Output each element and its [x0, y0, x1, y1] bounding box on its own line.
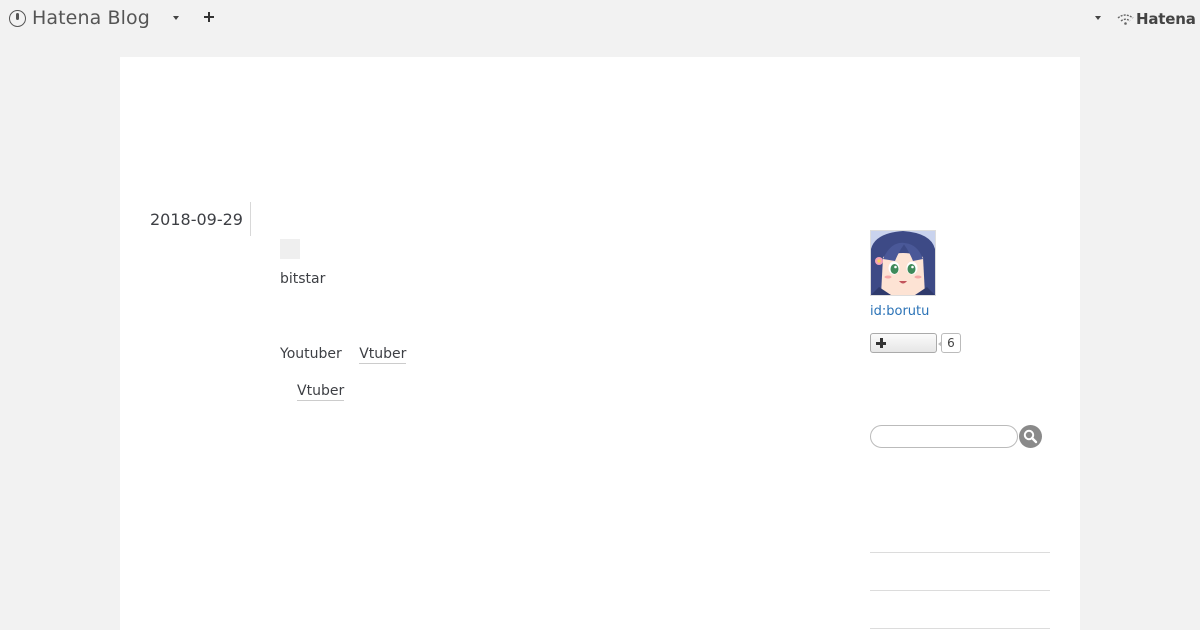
sidebar-divider [870, 628, 1050, 629]
sidebar-divider [870, 590, 1050, 591]
entry-text-youtuber: Youtuber [280, 346, 342, 362]
search-button[interactable] [1019, 425, 1042, 448]
logo-text: Hatena Blog [32, 7, 150, 29]
avatar[interactable] [870, 230, 936, 296]
keyword-link-vtuber-2[interactable]: Vtuber [297, 383, 345, 401]
hatena-blog-logo-icon [9, 9, 26, 27]
entry-text-row-1: Youtuber Vtuber [280, 346, 407, 364]
follower-count-badge: 6 [938, 333, 961, 353]
hatena-wifi-icon [1117, 14, 1134, 25]
blog-content: 2018-09-29 bitstar Youtuber Vtuber Vtube… [120, 57, 1080, 630]
profile-id-link[interactable]: id:borutu [870, 304, 929, 319]
entry-text-row-2: Vtuber [297, 383, 345, 401]
search-input[interactable] [870, 425, 1018, 448]
hatena-brand-link[interactable]: Hatena [1117, 10, 1196, 28]
sidebar-divider [870, 552, 1050, 553]
follow-button[interactable] [870, 333, 937, 353]
entry-date[interactable]: 2018-09-29 [150, 210, 243, 229]
plus-icon [876, 338, 886, 348]
hatena-brand-text: Hatena [1136, 10, 1196, 28]
user-menu-chevron-down-icon[interactable] [1095, 16, 1101, 20]
date-divider [250, 202, 251, 236]
entry-thumbnail [280, 239, 300, 259]
chevron-down-icon[interactable] [173, 16, 179, 20]
hatena-blog-logo[interactable]: Hatena Blog [9, 7, 150, 29]
entry-title: bitstar [280, 271, 326, 287]
plus-icon[interactable] [203, 11, 215, 23]
anime-girl-avatar-icon [871, 231, 935, 295]
search-icon [1023, 429, 1038, 444]
global-header: Hatena Blog Hatena [0, 0, 1200, 38]
keyword-link-vtuber[interactable]: Vtuber [359, 346, 407, 364]
